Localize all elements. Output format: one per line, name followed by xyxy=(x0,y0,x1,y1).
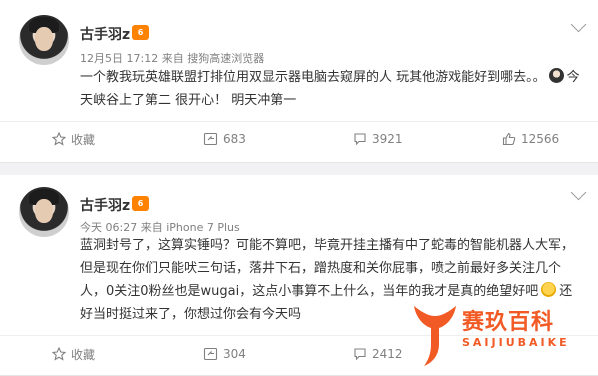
comment-button[interactable]: 2412 xyxy=(353,344,403,364)
repost-icon xyxy=(203,347,218,361)
comment-button[interactable]: 3921 xyxy=(353,129,403,149)
source-prefix: 来自 xyxy=(161,52,184,65)
favorite-label: 收藏 xyxy=(71,347,96,362)
whale-tail-icon xyxy=(414,306,456,366)
post-source[interactable]: 搜狗高速浏览器 xyxy=(187,52,264,65)
post-time: 12月5日 17:12 xyxy=(80,52,159,65)
vip-badge-icon: 6 xyxy=(132,196,149,211)
repost-button[interactable]: 683 xyxy=(203,129,246,149)
post-text-part: 一个教我玩英雄联盟打排位用双显示器电脑去窥屏的人 玩其他游戏能好到哪去。。 xyxy=(80,70,546,85)
username[interactable]: 古手羽z xyxy=(80,195,130,215)
vip-badge-icon: 6 xyxy=(132,25,149,40)
favorite-label: 收藏 xyxy=(71,132,96,147)
star-icon xyxy=(52,132,66,146)
repost-count: 683 xyxy=(223,132,246,146)
like-button[interactable]: 12566 xyxy=(502,129,559,149)
emoji-icon xyxy=(548,68,564,83)
comment-count: 3921 xyxy=(372,132,403,146)
post-meta: 12月5日 17:12 来自 搜狗高速浏览器 xyxy=(80,50,264,66)
like-count: 12566 xyxy=(521,132,560,146)
chevron-down-icon[interactable] xyxy=(570,184,587,201)
star-icon xyxy=(52,347,66,361)
comment-icon xyxy=(354,133,366,146)
post-meta: 今天 06:27 来自 iPhone 7 Plus xyxy=(80,219,240,235)
avatar[interactable] xyxy=(19,15,69,65)
favorite-button[interactable]: 收藏 xyxy=(52,344,95,364)
weibo-post-1: 古手羽z 6 12月5日 17:12 来自 搜狗高速浏览器 一个教我玩英雄联盟打… xyxy=(0,0,598,163)
emoji-icon xyxy=(541,282,557,297)
post-time: 今天 06:27 xyxy=(80,221,138,234)
watermark-logo: 赛玖百科 SAIJIUBAIKE xyxy=(410,296,595,375)
divider xyxy=(0,121,598,122)
thumbs-up-icon xyxy=(502,132,516,146)
comment-icon xyxy=(354,348,366,361)
post-source[interactable]: iPhone 7 Plus xyxy=(166,221,240,234)
post-text-part: 蓝洞封号了，这算实锤吗？可能不算吧，毕竟开挂主播有中了蛇毒的智能机器人大军，但是… xyxy=(80,238,575,299)
repost-count: 304 xyxy=(223,347,246,361)
watermark-name: 赛玖百科 xyxy=(462,310,555,335)
avatar[interactable] xyxy=(19,187,69,237)
watermark-sub: SAIJIUBAIKE xyxy=(462,336,570,349)
source-prefix: 来自 xyxy=(140,221,163,234)
post-text: 一个教我玩英雄联盟打排位用双显示器电脑去窥屏的人 玩其他游戏能好到哪去。。 今天峡… xyxy=(80,66,590,112)
repost-button[interactable]: 304 xyxy=(203,344,246,364)
comment-count: 2412 xyxy=(372,347,403,361)
favorite-button[interactable]: 收藏 xyxy=(52,129,95,149)
chevron-down-icon[interactable] xyxy=(570,16,587,33)
repost-icon xyxy=(203,132,218,146)
username[interactable]: 古手羽z xyxy=(80,24,130,44)
